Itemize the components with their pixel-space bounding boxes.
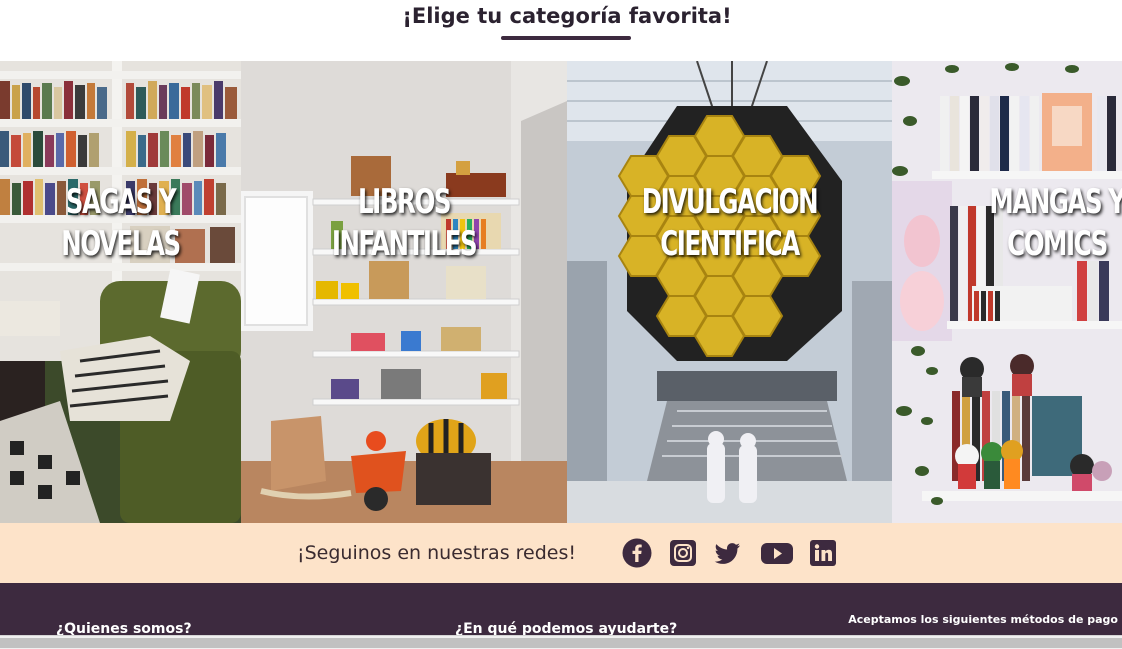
social-bar: ¡Seguinos en nuestras redes! (0, 523, 1122, 583)
social-text: ¡Seguinos en nuestras redes! (297, 542, 576, 564)
category-label-line1: DIVULGACION (641, 182, 819, 222)
category-image-manga-shelf (892, 61, 1122, 523)
footer-help-title[interactable]: ¿En qué podemos ayudarte? (455, 621, 677, 635)
section-header: ¡Elige tu categoría favorita! (0, 0, 1122, 61)
category-label-line2: NOVELAS (61, 224, 181, 264)
category-grid: SAGAS Y NOVELAS LIBROS INFANTILES DIVULG… (0, 61, 1122, 523)
category-label: LIBROS INFANTILES (287, 181, 522, 265)
facebook-icon[interactable] (622, 538, 652, 568)
category-image-bookshelf-reader (0, 61, 241, 523)
title-underline (501, 36, 631, 40)
category-label: SAGAS Y NOVELAS (34, 181, 208, 265)
twitter-icon[interactable] (712, 538, 742, 568)
category-libros-infantiles[interactable]: LIBROS INFANTILES (241, 61, 567, 523)
youtube-icon[interactable] (760, 538, 794, 568)
category-mangas-comics[interactable]: MANGAS Y COMICS (892, 61, 1122, 523)
category-sagas-novelas[interactable]: SAGAS Y NOVELAS (0, 61, 241, 523)
category-label-line1: LIBROS (357, 182, 451, 222)
category-label: DIVULGACION CIENTIFICA (613, 181, 847, 265)
category-label-line1: SAGAS Y (65, 182, 177, 222)
category-label-line2: INFANTILES (331, 224, 478, 264)
scrollbar-thumb[interactable] (0, 638, 1122, 648)
category-divulgacion-cientifica[interactable]: DIVULGACION CIENTIFICA (567, 61, 892, 523)
horizontal-scrollbar[interactable] (0, 635, 1122, 649)
category-label-line2: CIENTIFICA (660, 224, 800, 264)
category-label-line1: MANGAS Y (989, 182, 1122, 222)
footer: ¿Quienes somos? ¿En qué podemos ayudarte… (0, 583, 1122, 635)
category-image-kids-shelves (241, 61, 567, 523)
section-title: ¡Elige tu categoría favorita! (402, 4, 732, 28)
category-label: MANGAS Y COMICS (974, 181, 1122, 265)
footer-payment-title: Aceptamos los siguientes métodos de pago (848, 613, 1118, 626)
footer-about-title[interactable]: ¿Quienes somos? (56, 621, 192, 635)
linkedin-icon[interactable] (808, 538, 838, 568)
category-label-line2: COMICS (1007, 224, 1108, 264)
instagram-icon[interactable] (668, 538, 698, 568)
category-image-space-telescope (567, 61, 892, 523)
